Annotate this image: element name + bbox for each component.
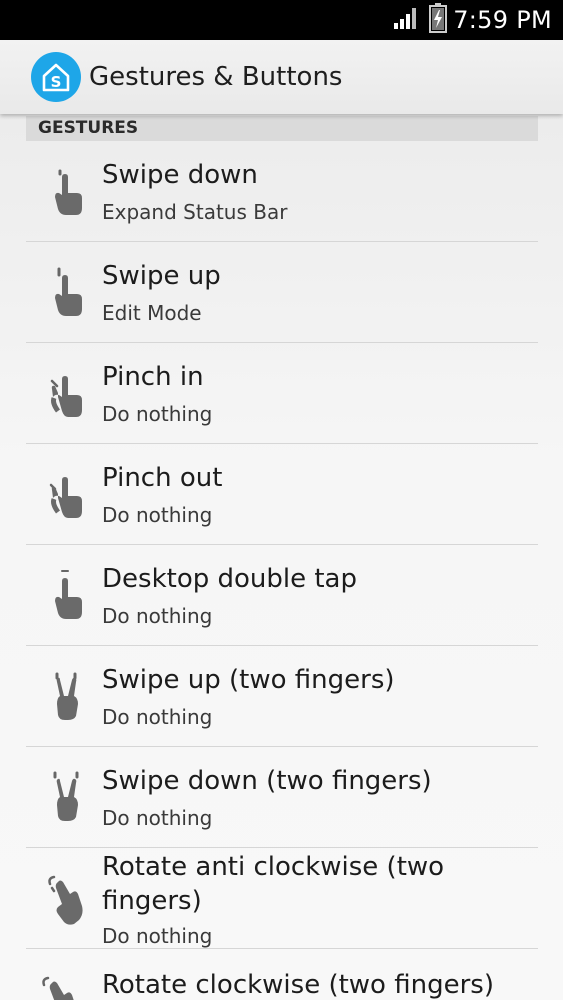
gesture-row-two-finger-swipe-down[interactable]: Swipe down (two fingers) Do nothing <box>26 747 538 848</box>
gesture-title: Swipe down <box>102 160 258 190</box>
pinch-in-gesture-icon <box>46 367 86 421</box>
settings-list: GESTURES Swipe down Expand Status Bar Sw… <box>0 114 563 1000</box>
rotate-clockwise-gesture-icon <box>40 975 80 1000</box>
gesture-row-swipe-down[interactable]: Swipe down Expand Status Bar <box>26 141 538 242</box>
gesture-action: Do nothing <box>102 402 213 426</box>
gesture-row-swipe-up[interactable]: Swipe up Edit Mode <box>26 242 538 343</box>
gesture-action: Expand Status Bar <box>102 200 288 224</box>
two-finger-swipe-down-gesture-icon <box>46 771 86 825</box>
gesture-row-rotate-clockwise[interactable]: Rotate clockwise (two fingers) <box>26 949 538 1000</box>
status-time: 7:59 PM <box>453 6 552 34</box>
gesture-action: Do nothing <box>102 503 213 527</box>
swipe-down-gesture-icon <box>46 165 86 219</box>
swipe-up-gesture-icon <box>46 266 86 320</box>
two-finger-swipe-up-gesture-icon <box>46 670 86 724</box>
gesture-title: Desktop double tap <box>102 564 357 594</box>
status-bar: 7:59 PM <box>0 0 563 40</box>
app-bar: S Gestures & Buttons <box>0 40 563 114</box>
section-header-gestures: GESTURES <box>26 116 538 141</box>
gesture-action: Edit Mode <box>102 301 202 325</box>
svg-text:S: S <box>51 73 62 91</box>
gesture-action: Do nothing <box>102 924 213 948</box>
signal-icon <box>393 6 419 34</box>
gesture-title: Pinch out <box>102 463 223 493</box>
gesture-title: Swipe up <box>102 261 221 291</box>
gesture-title: Rotate anti clockwise (two fingers) <box>102 852 445 916</box>
pinch-out-gesture-icon <box>46 468 86 522</box>
gesture-title: Swipe down (two fingers) <box>102 766 432 796</box>
gesture-action: Do nothing <box>102 604 213 628</box>
gesture-row-rotate-anticlockwise[interactable]: Rotate anti clockwise (two fingers) Do n… <box>26 848 538 949</box>
double-tap-gesture-icon <box>46 569 86 623</box>
gesture-row-pinch-out[interactable]: Pinch out Do nothing <box>26 444 538 545</box>
gesture-row-pinch-in[interactable]: Pinch in Do nothing <box>26 343 538 444</box>
gesture-action: Do nothing <box>102 705 213 729</box>
gesture-row-double-tap[interactable]: Desktop double tap Do nothing <box>26 545 538 646</box>
gesture-title: Swipe up (two fingers) <box>102 665 395 695</box>
gesture-action: Do nothing <box>102 806 213 830</box>
page-title: Gestures & Buttons <box>89 62 343 92</box>
gesture-row-two-finger-swipe-up[interactable]: Swipe up (two fingers) Do nothing <box>26 646 538 747</box>
gesture-title: Rotate clockwise (two fingers) <box>102 970 494 1000</box>
gesture-title: Pinch in <box>102 362 204 392</box>
battery-charging-icon <box>429 3 448 37</box>
launcher-s-icon[interactable]: S <box>31 52 81 102</box>
rotate-anticlockwise-gesture-icon <box>46 874 86 928</box>
